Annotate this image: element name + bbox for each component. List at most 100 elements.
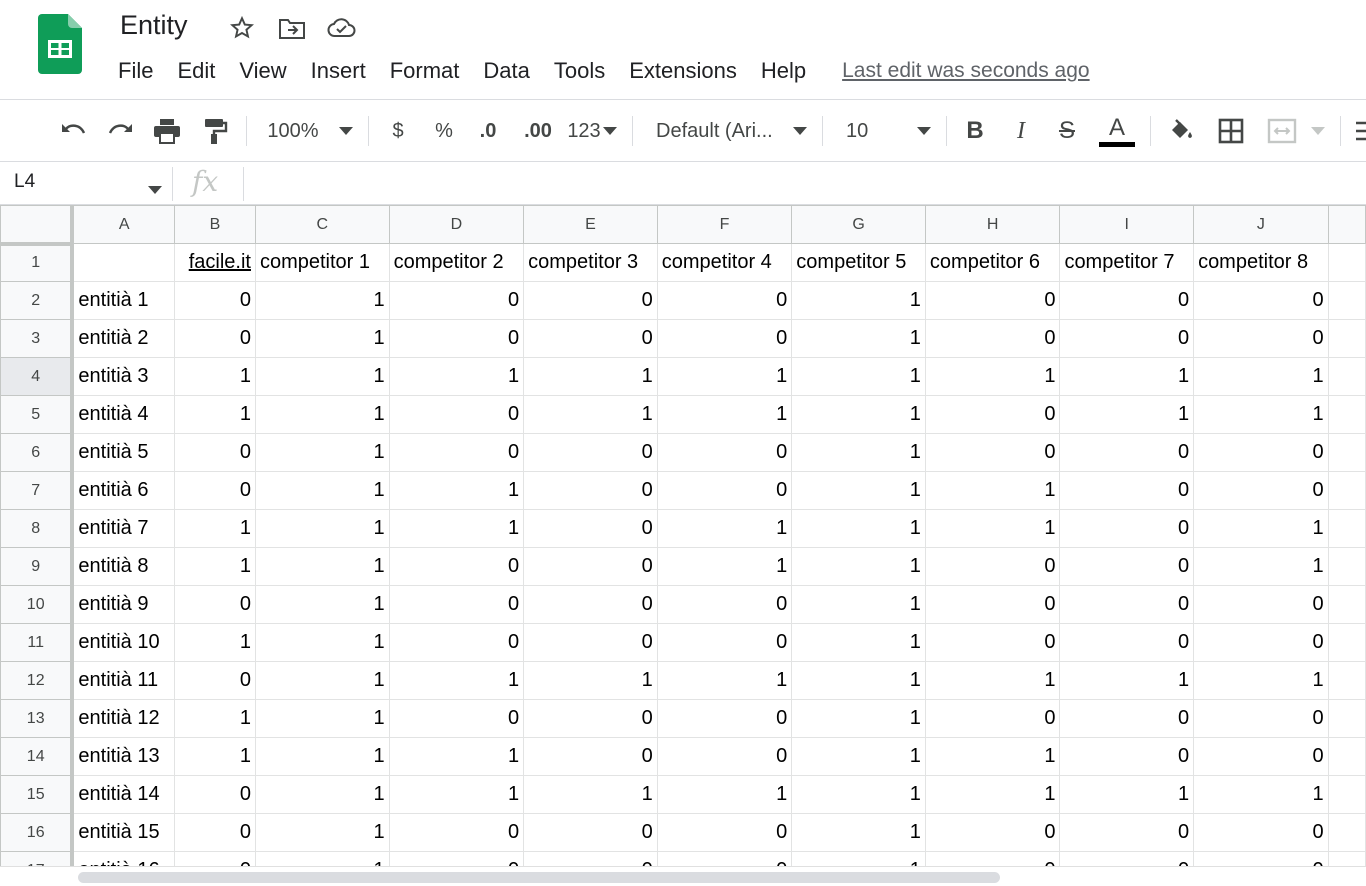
cell[interactable]: 0 — [523, 433, 658, 472]
cell[interactable]: 0 — [388, 699, 525, 738]
cell[interactable]: 1 — [924, 357, 1061, 396]
row-header[interactable]: 6 — [0, 433, 75, 472]
menu-format[interactable]: Format — [378, 56, 472, 86]
cell[interactable]: 0 — [656, 699, 793, 738]
cell[interactable]: 0 — [924, 623, 1061, 662]
cell[interactable] — [1327, 775, 1366, 814]
cell[interactable]: 0 — [1059, 433, 1195, 472]
cell[interactable]: 1 — [254, 737, 390, 776]
more-formats-button[interactable]: 123 — [564, 112, 604, 150]
cell[interactable] — [1327, 319, 1366, 358]
cell[interactable]: 0 — [1059, 585, 1195, 624]
more-toolbar-icon[interactable] — [1352, 112, 1366, 150]
cell[interactable] — [1327, 471, 1366, 510]
cell[interactable]: competitor 3 — [523, 243, 658, 282]
menu-extensions[interactable]: Extensions — [617, 56, 749, 86]
cell[interactable]: 1 — [791, 813, 926, 852]
cell[interactable]: competitor 2 — [388, 243, 525, 282]
cell[interactable]: 0 — [523, 547, 658, 586]
cell[interactable]: 0 — [656, 737, 793, 776]
cell[interactable]: 1 — [254, 851, 390, 867]
cloud-saved-icon[interactable] — [326, 12, 358, 44]
cell[interactable]: 0 — [656, 851, 793, 867]
cell[interactable]: competitor 8 — [1193, 243, 1329, 282]
cell[interactable]: 1 — [254, 775, 390, 814]
cell[interactable]: 0 — [1059, 509, 1195, 548]
cell[interactable]: 0 — [173, 319, 256, 358]
cell[interactable] — [1327, 357, 1366, 396]
cell[interactable]: entitià 1 — [71, 281, 175, 320]
cell[interactable]: entitià 16 — [71, 851, 175, 867]
bold-button[interactable]: B — [960, 112, 990, 150]
cell[interactable] — [71, 243, 175, 282]
cell-link[interactable]: facile.it — [173, 243, 256, 282]
cell[interactable]: 1 — [1193, 775, 1329, 814]
cell[interactable]: 0 — [388, 433, 525, 472]
cell[interactable]: 1 — [254, 281, 390, 320]
cell[interactable]: 0 — [924, 395, 1061, 434]
cell[interactable]: 1 — [791, 433, 926, 472]
cell[interactable]: 0 — [656, 433, 793, 472]
cell[interactable]: 1 — [254, 433, 390, 472]
cell[interactable]: 0 — [1059, 813, 1195, 852]
zoom-chevron-down-icon[interactable] — [336, 112, 356, 150]
cell[interactable]: 1 — [254, 471, 390, 510]
cell[interactable] — [1327, 281, 1366, 320]
cell[interactable]: entitià 5 — [71, 433, 175, 472]
print-icon[interactable] — [150, 112, 184, 150]
cell[interactable]: 1 — [523, 661, 658, 700]
scrollbar-thumb[interactable] — [78, 872, 1000, 883]
cell[interactable]: 1 — [173, 737, 256, 776]
currency-format-button[interactable]: $ — [384, 112, 412, 150]
font-size-chevron-down-icon[interactable] — [914, 112, 934, 150]
cell[interactable]: 1 — [173, 699, 256, 738]
cell[interactable]: 1 — [173, 509, 256, 548]
cell[interactable]: 0 — [1059, 737, 1195, 776]
cell[interactable]: 0 — [388, 851, 525, 867]
cell[interactable] — [1327, 395, 1366, 434]
row-header[interactable]: 7 — [0, 471, 75, 510]
cell[interactable]: entitià 2 — [71, 319, 175, 358]
cell[interactable]: competitor 4 — [656, 243, 793, 282]
decrease-decimal-button[interactable]: .0 — [470, 112, 506, 150]
cell[interactable]: 0 — [388, 395, 525, 434]
cell[interactable]: 1 — [791, 699, 926, 738]
cell[interactable]: 1 — [388, 661, 525, 700]
cell[interactable]: 1 — [656, 547, 793, 586]
cell[interactable]: 1 — [173, 357, 256, 396]
select-all-corner[interactable] — [0, 205, 75, 246]
zoom-select[interactable]: 100% — [262, 112, 324, 150]
cell[interactable]: 1 — [924, 775, 1061, 814]
cell[interactable]: 0 — [924, 813, 1061, 852]
cell[interactable]: 0 — [1193, 813, 1329, 852]
cell[interactable]: 0 — [388, 547, 525, 586]
cell[interactable]: 0 — [173, 775, 256, 814]
cell[interactable]: 0 — [523, 319, 658, 358]
cell[interactable]: 0 — [1193, 737, 1329, 776]
row-header[interactable]: 9 — [0, 547, 75, 586]
cell[interactable]: 0 — [388, 623, 525, 662]
cell[interactable]: 1 — [254, 585, 390, 624]
font-size-select[interactable]: 10 — [846, 112, 886, 150]
cell[interactable]: 1 — [924, 737, 1061, 776]
cell[interactable]: 1 — [1193, 547, 1329, 586]
cell[interactable]: 1 — [1193, 395, 1329, 434]
move-folder-icon[interactable] — [276, 12, 308, 44]
cell[interactable] — [1327, 737, 1366, 776]
column-header[interactable]: H — [924, 205, 1061, 244]
menu-data[interactable]: Data — [471, 56, 541, 86]
cell[interactable]: 0 — [173, 813, 256, 852]
font-chevron-down-icon[interactable] — [790, 112, 810, 150]
paint-format-icon[interactable] — [198, 112, 232, 150]
last-edit-link[interactable]: Last edit was seconds ago — [842, 59, 1090, 83]
cell[interactable]: 1 — [1193, 661, 1329, 700]
cell[interactable]: 1 — [791, 395, 926, 434]
menu-help[interactable]: Help — [749, 56, 818, 86]
cell[interactable]: 0 — [1059, 547, 1195, 586]
column-header[interactable]: J — [1193, 205, 1329, 244]
cell[interactable]: 0 — [924, 547, 1061, 586]
cell[interactable] — [1327, 585, 1366, 624]
cell[interactable]: competitor 1 — [254, 243, 390, 282]
row-header[interactable]: 14 — [0, 737, 75, 776]
cell[interactable]: entitià 12 — [71, 699, 175, 738]
